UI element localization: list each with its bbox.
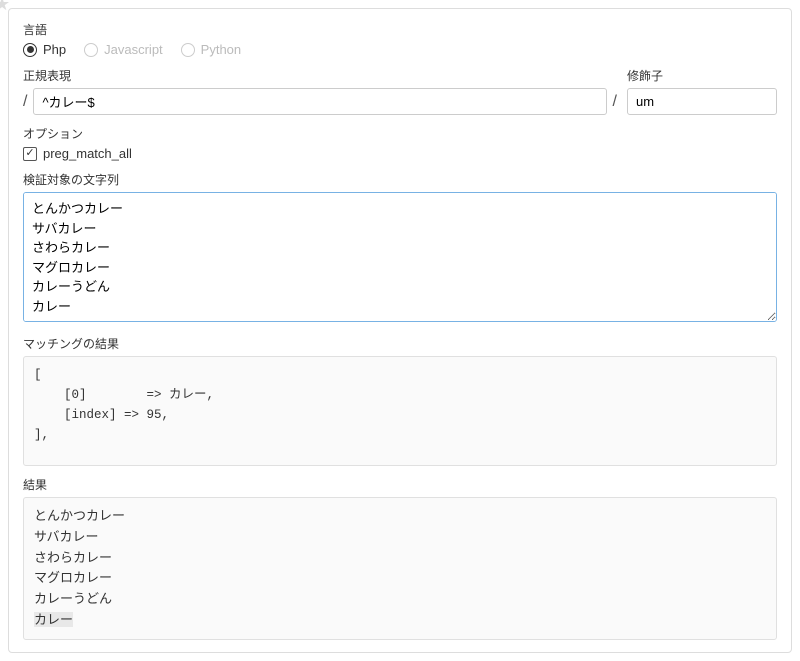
- match-result-output: [ [0] => カレー, [index] => 95, ],: [23, 356, 777, 466]
- language-radio-group: Php Javascript Python: [23, 42, 777, 57]
- regex-tester-panel: 言語 Php Javascript Python 正規表現 / /: [8, 8, 792, 653]
- regex-modifier-input[interactable]: [627, 88, 777, 115]
- language-radio-javascript[interactable]: Javascript: [84, 42, 163, 57]
- regex-slash-open: /: [23, 93, 27, 111]
- radio-icon: [23, 43, 37, 57]
- regex-modifier-section: 修飾子: [627, 67, 777, 115]
- checkbox-label: preg_match_all: [43, 146, 132, 161]
- test-string-section: 検証対象の文字列: [23, 171, 777, 325]
- language-radio-php[interactable]: Php: [23, 42, 66, 57]
- result-line: さわらカレー: [34, 550, 112, 565]
- language-label: 言語: [23, 21, 777, 38]
- test-string-label: 検証対象の文字列: [23, 171, 777, 188]
- match-result-label: マッチングの結果: [23, 335, 777, 352]
- result-section: 結果 とんかつカレーサバカレーさわらカレーマグロカレーカレーうどんカレー: [23, 476, 777, 640]
- result-line: カレー: [34, 612, 73, 627]
- result-line: とんかつカレー: [34, 508, 125, 523]
- modifier-label: 修飾子: [627, 67, 777, 84]
- regex-slash-close: /: [613, 93, 617, 111]
- regex-pattern-input[interactable]: [33, 88, 606, 115]
- result-output: とんかつカレーサバカレーさわらカレーマグロカレーカレーうどんカレー: [23, 497, 777, 640]
- regex-row: 正規表現 / / 修飾子: [23, 67, 777, 115]
- language-radio-python[interactable]: Python: [181, 42, 241, 57]
- radio-label: Python: [201, 42, 241, 57]
- radio-label: Javascript: [104, 42, 163, 57]
- result-line: マグロカレー: [34, 570, 112, 585]
- radio-label: Php: [43, 42, 66, 57]
- test-string-input[interactable]: [23, 192, 777, 322]
- match-result-section: マッチングの結果 [ [0] => カレー, [index] => 95, ],: [23, 335, 777, 466]
- options-label: オプション: [23, 125, 777, 142]
- radio-icon: [84, 43, 98, 57]
- checkbox-icon: [23, 147, 37, 161]
- language-section: 言語 Php Javascript Python: [23, 21, 777, 57]
- result-line: サバカレー: [34, 529, 98, 544]
- regex-pattern-section: 正規表現 / /: [23, 67, 617, 115]
- options-section: オプション preg_match_all: [23, 125, 777, 161]
- radio-icon: [181, 43, 195, 57]
- result-line: カレーうどん: [34, 591, 112, 606]
- regex-label: 正規表現: [23, 67, 617, 84]
- result-label: 結果: [23, 476, 777, 493]
- preg-match-all-checkbox[interactable]: preg_match_all: [23, 146, 777, 161]
